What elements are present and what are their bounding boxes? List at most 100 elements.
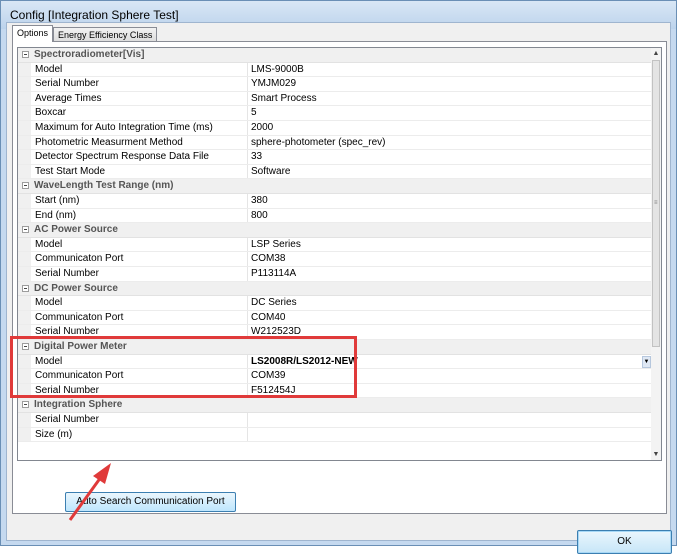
- collapse-icon[interactable]: [22, 182, 29, 190]
- property-row[interactable]: Maximum for Auto Integration Time (ms) 20…: [18, 121, 651, 136]
- scroll-up-icon[interactable]: ▲: [651, 48, 661, 59]
- property-row[interactable]: Start (nm) 380: [18, 194, 651, 209]
- column-divider[interactable]: [247, 77, 248, 91]
- column-divider[interactable]: [247, 164, 248, 179]
- property-row[interactable]: Detector Spectrum Response Data File 33: [18, 150, 651, 165]
- tab-options[interactable]: Options: [12, 25, 54, 42]
- property-value[interactable]: 2000: [251, 122, 273, 133]
- property-row[interactable]: Communicaton Port COM40: [18, 310, 651, 326]
- row-gutter: [18, 296, 31, 310]
- column-divider[interactable]: [247, 310, 248, 325]
- property-name: Communicaton Port: [35, 370, 124, 382]
- column-divider[interactable]: [247, 252, 248, 266]
- column-divider[interactable]: [247, 121, 248, 135]
- row-gutter: [18, 310, 31, 325]
- column-divider[interactable]: [247, 194, 248, 208]
- property-row[interactable]: Model DC Series: [18, 296, 651, 311]
- row-gutter: [18, 252, 31, 266]
- property-value[interactable]: LSP Series: [251, 239, 301, 250]
- property-row[interactable]: Serial Number YMJM029: [18, 77, 651, 92]
- property-name: Photometric Measurment Method: [35, 136, 183, 148]
- property-name: Start (nm): [35, 195, 80, 206]
- scrollbar-thumb[interactable]: ≡: [652, 60, 660, 347]
- column-divider[interactable]: [247, 267, 248, 281]
- property-row[interactable]: Model LSP Series: [18, 237, 651, 253]
- property-name: Serial Number: [35, 78, 99, 90]
- property-value[interactable]: COM40: [251, 312, 285, 323]
- collapse-icon[interactable]: [22, 226, 29, 234]
- row-gutter: [18, 77, 31, 91]
- row-gutter: [18, 427, 31, 442]
- category-row[interactable]: WaveLength Test Range (nm): [18, 179, 651, 194]
- column-divider[interactable]: [247, 383, 248, 398]
- column-divider[interactable]: [247, 354, 248, 369]
- property-value[interactable]: 800: [251, 210, 268, 221]
- category-row[interactable]: Spectroradiometer[Vis]: [18, 48, 651, 63]
- property-row[interactable]: Serial Number W212523D: [18, 325, 651, 340]
- property-value[interactable]: 5: [251, 107, 257, 118]
- category-label: Spectroradiometer[Vis]: [34, 49, 145, 60]
- category-label: DC Power Source: [34, 282, 118, 294]
- column-divider[interactable]: [247, 369, 248, 383]
- category-row[interactable]: AC Power Source: [18, 223, 651, 238]
- property-value[interactable]: W212523D: [251, 326, 301, 337]
- collapse-icon[interactable]: [22, 401, 29, 409]
- column-divider[interactable]: [247, 296, 248, 310]
- property-row[interactable]: Communicaton Port COM39: [18, 369, 651, 384]
- column-divider[interactable]: [247, 208, 248, 223]
- property-row[interactable]: Photometric Measurment Method sphere-phot…: [18, 135, 651, 151]
- property-row[interactable]: Communicaton Port COM38: [18, 252, 651, 267]
- column-divider[interactable]: [247, 150, 248, 164]
- column-divider[interactable]: [247, 91, 248, 106]
- property-value[interactable]: COM39: [251, 370, 285, 381]
- property-value[interactable]: 33: [251, 151, 262, 162]
- column-divider[interactable]: [247, 325, 248, 339]
- category-label: AC Power Source: [34, 224, 118, 236]
- property-row[interactable]: Test Start Mode Software: [18, 164, 651, 180]
- property-value[interactable]: Smart Process: [251, 93, 317, 104]
- scroll-down-icon[interactable]: ▼: [651, 449, 661, 460]
- ok-button[interactable]: OK: [577, 530, 672, 554]
- collapse-icon[interactable]: [22, 51, 29, 58]
- tab-energy-efficiency-class[interactable]: Energy Efficiency Class: [53, 27, 158, 42]
- property-row[interactable]: Model LMS-9000B: [18, 62, 651, 78]
- row-gutter: [18, 194, 31, 208]
- property-row[interactable]: End (nm) 800: [18, 208, 651, 224]
- property-value[interactable]: sphere-photometer (spec_rev): [251, 137, 386, 148]
- property-row[interactable]: Average Times Smart Process: [18, 91, 651, 107]
- category-label: Integration Sphere: [34, 399, 123, 411]
- collapse-icon[interactable]: [22, 343, 29, 350]
- column-divider[interactable]: [247, 135, 248, 150]
- column-divider[interactable]: [247, 427, 248, 442]
- category-row[interactable]: Integration Sphere: [18, 398, 651, 413]
- property-value[interactable]: P113114A: [251, 268, 296, 279]
- category-row[interactable]: Digital Power Meter: [18, 340, 651, 355]
- vertical-scrollbar[interactable]: ▲ ≡ ▼: [651, 48, 661, 460]
- property-value[interactable]: LMS-9000B: [251, 64, 304, 75]
- property-row[interactable]: Model LS2008R/LS2012-NEW ▼: [18, 354, 651, 370]
- dialog-client-area: Options Energy Efficiency Class ▲ ≡ ▼ Sp…: [6, 22, 672, 554]
- property-value[interactable]: LS2008R/LS2012-NEW: [251, 356, 358, 367]
- property-name: End (nm): [35, 209, 77, 221]
- property-value[interactable]: COM38: [251, 253, 285, 264]
- column-divider[interactable]: [247, 106, 248, 120]
- auto-search-port-button[interactable]: Auto Search Communication Port: [65, 492, 236, 512]
- collapse-icon[interactable]: [22, 284, 29, 292]
- property-row[interactable]: Serial Number P113114A: [18, 267, 651, 282]
- property-row[interactable]: Boxcar 5: [18, 106, 651, 121]
- column-divider[interactable]: [247, 413, 248, 427]
- column-divider[interactable]: [247, 62, 248, 77]
- column-divider[interactable]: [247, 237, 248, 252]
- category-label: WaveLength Test Range (nm): [34, 180, 174, 192]
- category-row[interactable]: DC Power Source: [18, 281, 651, 297]
- property-value[interactable]: 380: [251, 195, 268, 206]
- property-value[interactable]: Software: [251, 166, 290, 177]
- property-value[interactable]: F512454J: [251, 385, 295, 396]
- property-value[interactable]: YMJM029: [251, 78, 296, 89]
- property-row[interactable]: Size (m): [18, 427, 651, 443]
- property-value[interactable]: DC Series: [251, 297, 297, 308]
- category-label: Digital Power Meter: [34, 341, 127, 352]
- property-row[interactable]: Serial Number: [18, 413, 651, 428]
- dropdown-arrow-icon[interactable]: ▼: [642, 355, 651, 368]
- property-row[interactable]: Serial Number F512454J: [18, 383, 651, 399]
